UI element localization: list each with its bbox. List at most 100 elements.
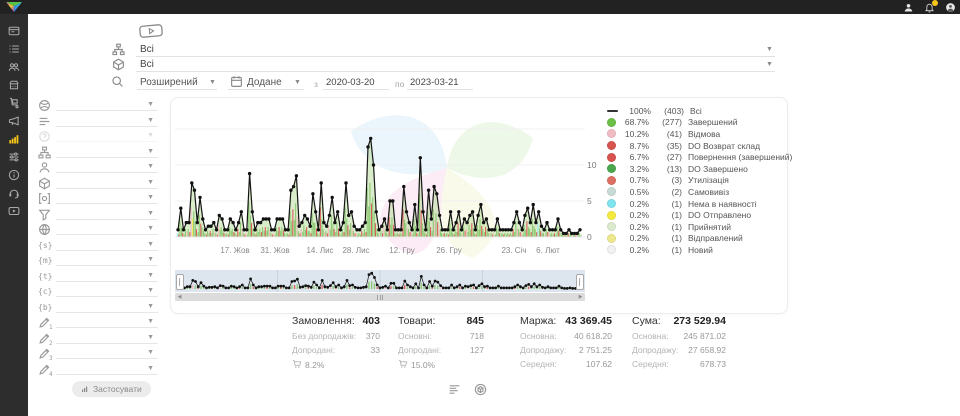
legend-label: Відправлений bbox=[688, 233, 743, 243]
filter-utm-m-dropdown[interactable]: {m}▼ bbox=[38, 254, 160, 268]
products-filter-dropdown[interactable] bbox=[136, 57, 775, 72]
app-logo[interactable] bbox=[3, 1, 25, 13]
chevron-down-icon[interactable]: ▼ bbox=[147, 303, 154, 310]
stat-subrow: Основна:40 618.20 bbox=[520, 331, 612, 341]
chevron-down-icon[interactable]: ▼ bbox=[147, 117, 154, 124]
left-rail bbox=[0, 14, 28, 416]
scroll-right-icon[interactable]: ▶ bbox=[576, 293, 585, 301]
filter-manager-underline bbox=[56, 172, 158, 173]
filter-payment-dropdown[interactable]: ▼ bbox=[38, 192, 160, 206]
filter-utm-s-dropdown[interactable]: {s}▼ bbox=[38, 239, 160, 253]
legend-count: (27) bbox=[649, 152, 682, 162]
scroll-left-icon[interactable]: ◀ bbox=[175, 293, 184, 301]
chart-minimap[interactable] bbox=[175, 270, 585, 292]
chevron-down-icon[interactable]: ▼ bbox=[147, 256, 154, 263]
rail-info-icon[interactable] bbox=[8, 169, 20, 181]
minimap-right-handle[interactable] bbox=[576, 274, 584, 290]
cube-view-icon[interactable] bbox=[474, 383, 487, 396]
screen-icon[interactable] bbox=[138, 23, 164, 39]
rail-store-icon[interactable] bbox=[8, 79, 20, 91]
legend-entry[interactable]: 8.7%(35)DO Возврат склад bbox=[607, 140, 783, 152]
chevron-down-icon[interactable]: ▼ bbox=[147, 148, 154, 155]
search-icon[interactable] bbox=[111, 75, 124, 88]
stat-subrow: Основна:245 871.02 bbox=[632, 331, 726, 341]
user-icon[interactable] bbox=[903, 2, 914, 13]
statuses-filter-dropdown[interactable] bbox=[136, 42, 775, 57]
filter-utm-b-dropdown[interactable]: {b}▼ bbox=[38, 301, 160, 315]
filter-structure-dropdown[interactable]: ▼ bbox=[38, 146, 160, 160]
filter-utm-s-underline bbox=[56, 250, 158, 251]
rail-dashboard-icon[interactable] bbox=[8, 25, 20, 37]
filter-website-dropdown[interactable]: ▼ bbox=[38, 223, 160, 237]
cart-icon bbox=[398, 359, 408, 371]
list-view-icon[interactable] bbox=[448, 383, 461, 396]
filter-source-dropdown[interactable]: ▼ bbox=[38, 99, 160, 113]
chevron-down-icon[interactable]: ▼ bbox=[147, 179, 154, 186]
chevron-down-icon[interactable]: ▼ bbox=[147, 210, 154, 217]
chevron-down-icon[interactable]: ▼ bbox=[147, 334, 154, 341]
chevron-down-icon[interactable]: ▼ bbox=[147, 241, 154, 248]
chevron-down-icon[interactable]: ▼ bbox=[147, 365, 154, 372]
stat-sub-value: 8.2% bbox=[305, 360, 324, 370]
filter-custom-3-dropdown[interactable]: 3▼ bbox=[38, 347, 160, 361]
rail-supplies-icon[interactable] bbox=[8, 97, 20, 109]
legend-entry[interactable]: 100%(403)Всі bbox=[607, 105, 783, 117]
filter-structure-icon bbox=[38, 146, 51, 159]
chevron-down-icon[interactable]: ▼ bbox=[766, 61, 773, 68]
rail-tutorials-icon[interactable] bbox=[8, 205, 20, 217]
filter-statuses-dropdown[interactable]: ▼ bbox=[38, 115, 160, 129]
legend-entry[interactable]: 10.2%(41)Відмова bbox=[607, 128, 783, 140]
legend-count: (1) bbox=[649, 233, 682, 243]
legend-entry[interactable]: 0.2%(1)Прийнятий bbox=[607, 221, 783, 233]
filter-manager-dropdown[interactable]: ▼ bbox=[38, 161, 160, 175]
chevron-down-icon[interactable]: ▼ bbox=[147, 132, 154, 139]
legend-label: Прийнятий bbox=[688, 222, 731, 232]
legend-entry[interactable]: 0.2%(1)Нема в наявності bbox=[607, 198, 783, 210]
filter-custom-2-dropdown[interactable]: 2▼ bbox=[38, 332, 160, 346]
filter-custom-1-dropdown[interactable]: 1▼ bbox=[38, 316, 160, 330]
chart-scrollbar[interactable]: ◀ ▶ bbox=[175, 293, 585, 301]
filter-product-dropdown[interactable]: ▼ bbox=[38, 177, 160, 191]
scrollbar-grip[interactable] bbox=[377, 295, 383, 300]
legend-entry[interactable]: 3.2%(13)DO Завершено bbox=[607, 163, 783, 175]
avatar-icon[interactable] bbox=[945, 2, 956, 13]
legend-dot-swatch bbox=[607, 129, 616, 138]
legend-dot-swatch bbox=[607, 187, 616, 196]
rail-analytics-icon[interactable] bbox=[8, 133, 20, 145]
minimap-left-handle[interactable] bbox=[176, 274, 184, 290]
filter-utm-c-dropdown[interactable]: {c}▼ bbox=[38, 285, 160, 299]
rail-settings-icon[interactable] bbox=[8, 151, 20, 163]
legend-count: (41) bbox=[649, 129, 682, 139]
chevron-down-icon[interactable]: ▼ bbox=[147, 101, 154, 108]
legend-entry[interactable]: 0.2%(1)DO Отправлено bbox=[607, 209, 783, 221]
apply-button[interactable]: Застосувати bbox=[72, 381, 151, 397]
rail-support-icon[interactable] bbox=[8, 187, 20, 199]
legend-entry[interactable]: 0.5%(2)Самовивіз bbox=[607, 186, 783, 198]
chevron-down-icon[interactable]: ▼ bbox=[147, 349, 154, 356]
chevron-down-icon[interactable]: ▼ bbox=[147, 194, 154, 201]
legend-entry[interactable]: 0.2%(1)Відправлений bbox=[607, 233, 783, 245]
rail-orders-icon[interactable] bbox=[8, 43, 20, 55]
filter-website-icon bbox=[38, 223, 51, 236]
rail-marketing-icon[interactable] bbox=[8, 115, 20, 127]
chevron-down-icon[interactable]: ▼ bbox=[766, 46, 773, 53]
notifications-bell-icon[interactable] bbox=[924, 2, 935, 13]
filter-unknown-dropdown[interactable]: ▼ bbox=[38, 130, 160, 144]
legend-entry[interactable]: 6.7%(27)Повернення (завершений) bbox=[607, 151, 783, 163]
legend-entry[interactable]: 0.7%(3)Утилізація bbox=[607, 175, 783, 187]
stat-sub-label: Середня: bbox=[632, 359, 669, 369]
filter-utm-t-dropdown[interactable]: {t}▼ bbox=[38, 270, 160, 284]
chevron-down-icon[interactable]: ▼ bbox=[147, 318, 154, 325]
chevron-down-icon[interactable]: ▼ bbox=[147, 287, 154, 294]
chevron-down-icon[interactable]: ▼ bbox=[147, 225, 154, 232]
legend-entry[interactable]: 0.2%(1)Новий bbox=[607, 244, 783, 256]
stat-title: Товари:845 bbox=[398, 315, 484, 327]
stat-title-label: Замовлення: bbox=[292, 315, 355, 327]
legend-entry[interactable]: 68.7%(277)Завершений bbox=[607, 117, 783, 129]
rail-customers-icon[interactable] bbox=[8, 61, 20, 73]
chevron-down-icon[interactable]: ▼ bbox=[147, 272, 154, 279]
filter-funnel-dropdown[interactable]: ▼ bbox=[38, 208, 160, 222]
filter-custom-4-dropdown[interactable]: 4▼ bbox=[38, 363, 160, 377]
legend-dot-swatch bbox=[607, 234, 616, 243]
chevron-down-icon[interactable]: ▼ bbox=[147, 163, 154, 170]
